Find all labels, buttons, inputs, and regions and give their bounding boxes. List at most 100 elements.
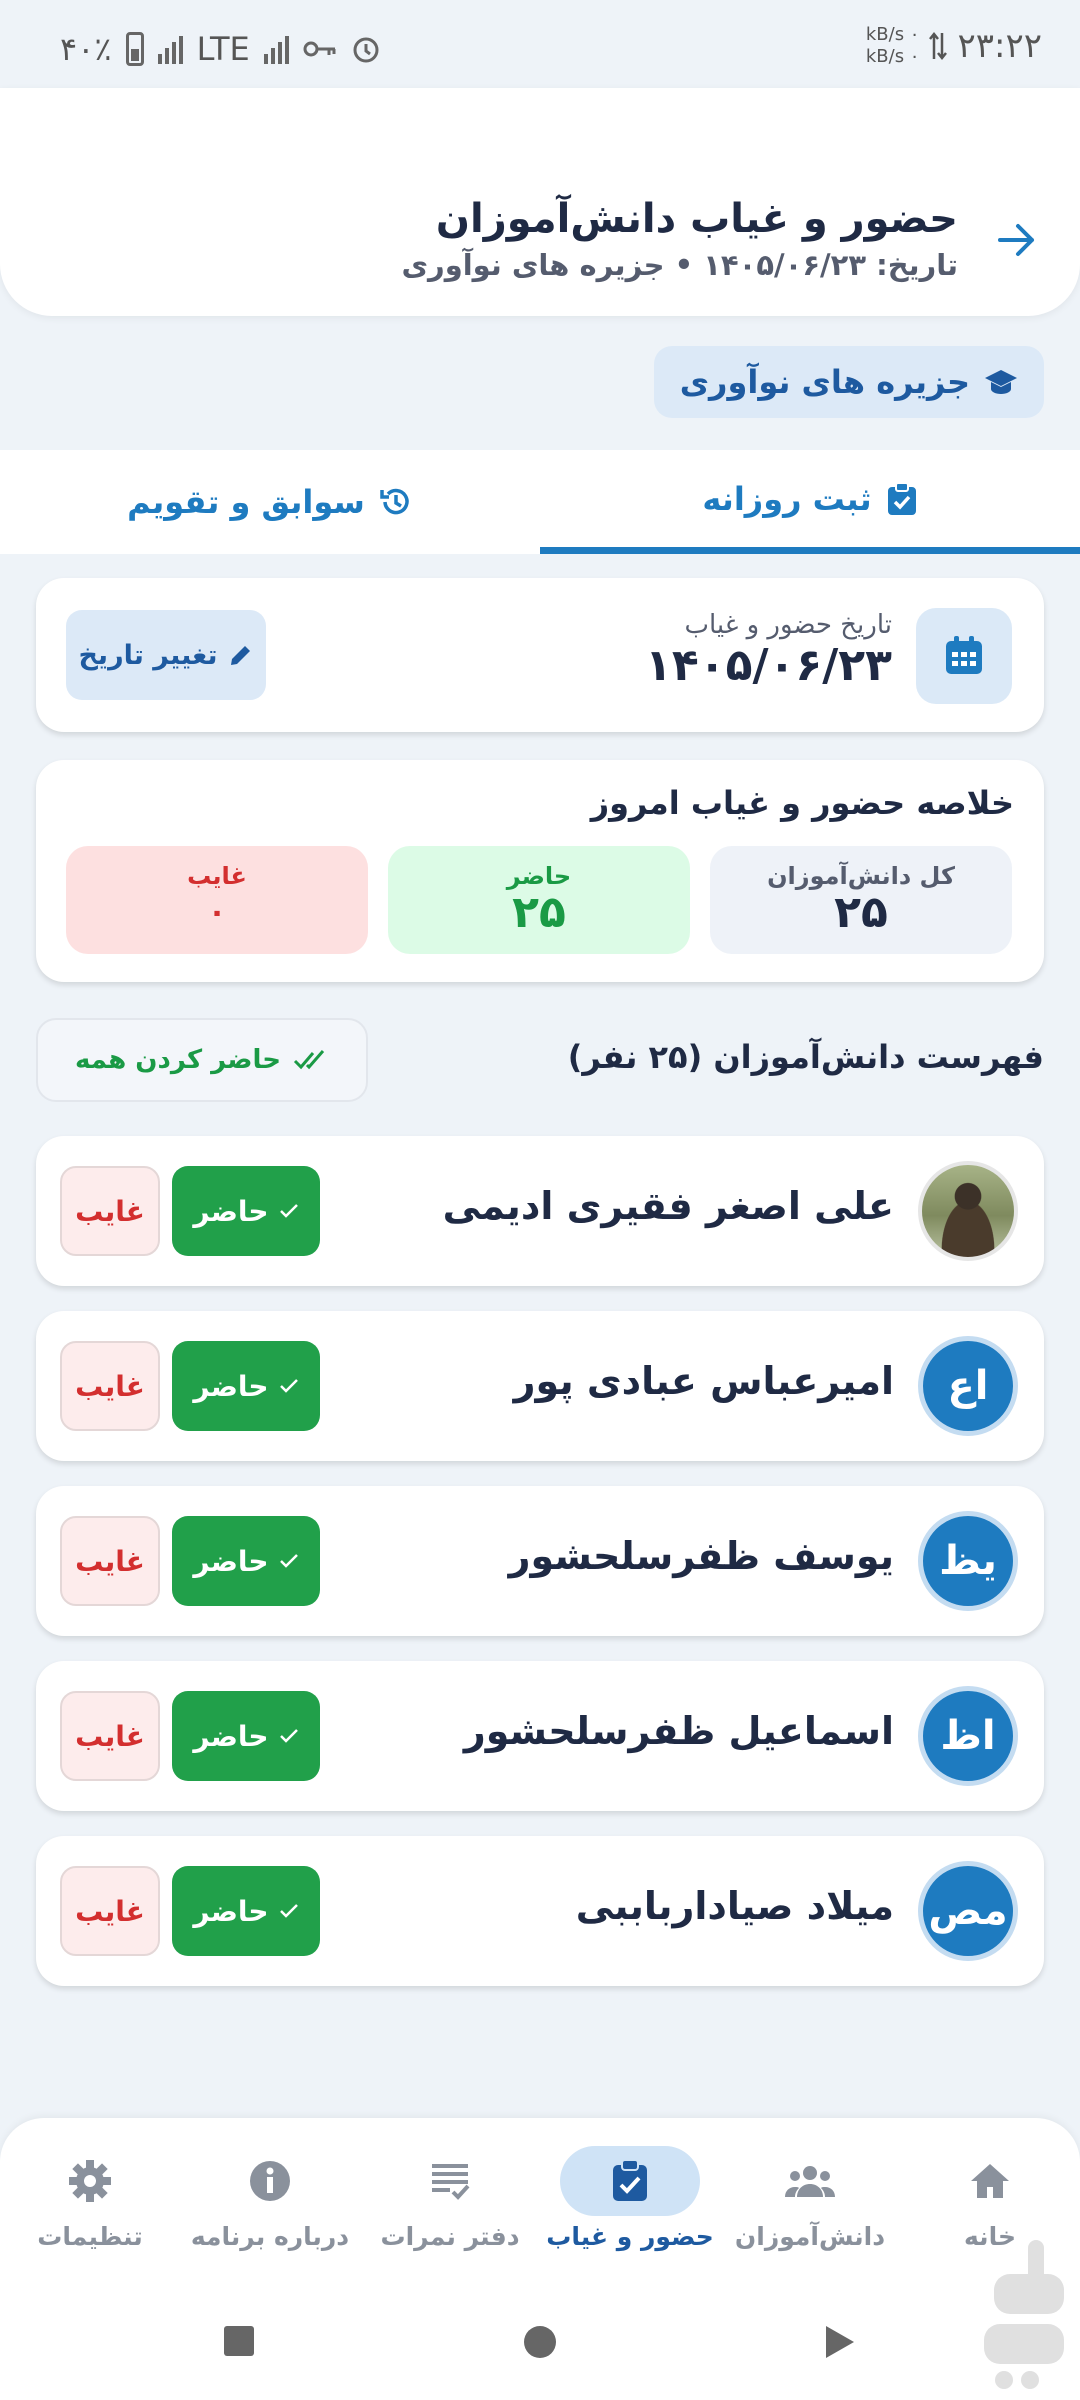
student-name: میلاد صیادارباببی	[575, 1884, 894, 1928]
student-avatar: مص	[918, 1861, 1018, 1961]
speed-down: kB/s ۰	[865, 46, 920, 67]
bottom-nav-items: خانه دانش‌آموزان حضور و غیاب دفتر نمرات …	[0, 2118, 1080, 2268]
alarm-icon	[353, 37, 379, 63]
battery-percent: ۴۰٪	[60, 30, 112, 68]
student-name: علی اصغر فقیری ادیمی	[442, 1184, 894, 1228]
stat-total: کل دانش‌آموزان ۲۵	[710, 846, 1012, 954]
student-row: مص میلاد صیادارباببی حاضر غایب	[36, 1836, 1044, 1986]
present-button[interactable]: حاضر	[172, 1691, 320, 1781]
status-left: ۴۰٪ LTE	[60, 30, 381, 68]
present-button[interactable]: حاضر	[172, 1341, 320, 1431]
student-row: یظ یوسف ظفرسلحشور حاضر غایب	[36, 1486, 1044, 1636]
absent-button[interactable]: غایب	[60, 1166, 160, 1256]
status-bar: ۴۰٪ LTE kB/s ۰ kB/s ۰ ۲۳:۲۲	[0, 0, 1080, 88]
signal-icon-2	[263, 34, 289, 64]
calendar-icon	[916, 608, 1012, 704]
present-button-label: حاضر	[193, 1719, 269, 1753]
clock: ۲۳:۲۲	[957, 26, 1042, 66]
system-navigation-bar	[0, 2312, 1080, 2382]
tab-daily-record[interactable]: ثبت روزانه	[540, 450, 1080, 554]
nav-gradebook[interactable]: دفتر نمرات	[360, 2118, 540, 2268]
absent-button[interactable]: غایب	[60, 1341, 160, 1431]
check-icon	[279, 1554, 298, 1568]
history-icon	[380, 488, 409, 515]
student-avatar-photo	[918, 1161, 1018, 1261]
present-button-label: حاضر	[193, 1369, 269, 1403]
double-check-icon	[293, 1050, 325, 1070]
student-name: یوسف ظفرسلحشور	[508, 1534, 894, 1578]
student-row: اظ اسماعیل ظفرسلحشور حاضر غایب	[36, 1661, 1044, 1811]
back-button[interactable]	[822, 2324, 856, 2360]
nav-settings[interactable]: تنظیمات	[0, 2118, 180, 2268]
present-button[interactable]: حاضر	[172, 1866, 320, 1956]
network-type: LTE	[196, 30, 250, 68]
check-icon	[279, 1904, 298, 1918]
change-date-button[interactable]: تغییر تاریخ	[66, 610, 266, 700]
nav-settings-label: تنظیمات	[37, 2222, 143, 2251]
date-label: تاریخ حضور و غیاب	[684, 610, 892, 640]
present-button[interactable]: حاضر	[172, 1166, 320, 1256]
summary-title: خلاصه حضور و غیاب امروز	[590, 784, 1014, 822]
vpn-key-icon	[303, 41, 336, 57]
student-row: اع امیرعباس عبادی پور حاضر غایب	[36, 1311, 1044, 1461]
nav-attendance[interactable]: حضور و غیاب	[540, 2118, 720, 2268]
home-button[interactable]	[522, 2324, 558, 2360]
absent-button[interactable]: غایب	[60, 1516, 160, 1606]
clipboard-check-icon	[887, 481, 916, 515]
school-chip[interactable]: جزیره های نوآوری	[653, 346, 1044, 418]
present-button-label: حاضر	[193, 1894, 269, 1928]
pencil-icon	[230, 646, 250, 665]
stat-absent-label: غایب	[187, 862, 247, 890]
student-avatar: اع	[918, 1336, 1018, 1436]
mark-all-present-button[interactable]: حاضر کردن همه	[36, 1018, 368, 1102]
speed-up: kB/s ۰	[865, 24, 920, 45]
stat-present-label: حاضر	[506, 862, 572, 890]
gear-icon	[20, 2146, 160, 2216]
clipboard-check-icon	[560, 2146, 700, 2216]
student-name: اسماعیل ظفرسلحشور	[463, 1709, 894, 1753]
nav-gradebook-label: دفتر نمرات	[380, 2222, 520, 2251]
store-watermark-icon	[984, 2240, 1064, 2389]
battery-icon	[125, 32, 144, 66]
back-arrow-icon[interactable]	[992, 218, 1040, 266]
nav-students[interactable]: دانش‌آموزان	[720, 2118, 900, 2268]
page-subtitle: تاریخ: ۱۴۰۵/۰۶/۲۳ • جزیره های نوآوری	[401, 248, 958, 282]
date-value: ۱۴۰۵/۰۶/۲۳	[645, 640, 892, 691]
absent-button[interactable]: غایب	[60, 1691, 160, 1781]
stat-total-value: ۲۵	[834, 887, 888, 938]
student-avatar: یظ	[918, 1511, 1018, 1611]
nav-attendance-label: حضور و غیاب	[546, 2222, 714, 2251]
tab-bar: ثبت روزانه سوابق و تقویم	[0, 450, 1080, 554]
check-icon	[279, 1204, 298, 1218]
student-list-header: فهرست دانش‌آموزان (۲۵ نفر) حاضر کردن همه	[36, 1014, 1044, 1104]
stat-absent: غایب ۰	[66, 846, 368, 954]
nav-about[interactable]: درباره برنامه	[180, 2118, 360, 2268]
nav-students-label: دانش‌آموزان	[734, 2222, 886, 2251]
check-icon	[279, 1379, 298, 1393]
tab-history-calendar-label: سوابق و تقویم	[127, 483, 365, 521]
page-title: حضور و غیاب دانش‌آموزان	[435, 196, 958, 242]
stat-present-value: ۲۵	[512, 887, 566, 938]
absent-button[interactable]: غایب	[60, 1866, 160, 1956]
recent-apps-button[interactable]	[222, 2324, 256, 2358]
data-transfer-icon	[929, 31, 948, 61]
present-button-label: حاضر	[193, 1544, 269, 1578]
nav-about-label: درباره برنامه	[190, 2222, 350, 2251]
signal-icon	[157, 34, 183, 64]
home-icon	[920, 2146, 1060, 2216]
group-icon	[740, 2146, 880, 2216]
check-icon	[279, 1729, 298, 1743]
change-date-label: تغییر تاریخ	[78, 639, 218, 671]
present-button-label: حاضر	[193, 1194, 269, 1228]
list-check-icon	[380, 2146, 520, 2216]
present-button[interactable]: حاضر	[172, 1516, 320, 1606]
tab-history-calendar[interactable]: سوابق و تقویم	[0, 450, 540, 554]
tab-daily-record-label: ثبت روزانه	[702, 479, 872, 518]
app-header: حضور و غیاب دانش‌آموزان تاریخ: ۱۴۰۵/۰۶/۲…	[0, 88, 1080, 316]
stat-absent-value: ۰	[207, 895, 227, 930]
date-card: تاریخ حضور و غیاب ۱۴۰۵/۰۶/۲۳ تغییر تاریخ	[36, 578, 1044, 732]
school-chip-label: جزیره های نوآوری	[679, 363, 970, 401]
student-row: علی اصغر فقیری ادیمی حاضر غایب	[36, 1136, 1044, 1286]
graduation-cap-icon	[985, 370, 1017, 394]
network-speed: kB/s ۰ kB/s ۰	[866, 24, 920, 68]
